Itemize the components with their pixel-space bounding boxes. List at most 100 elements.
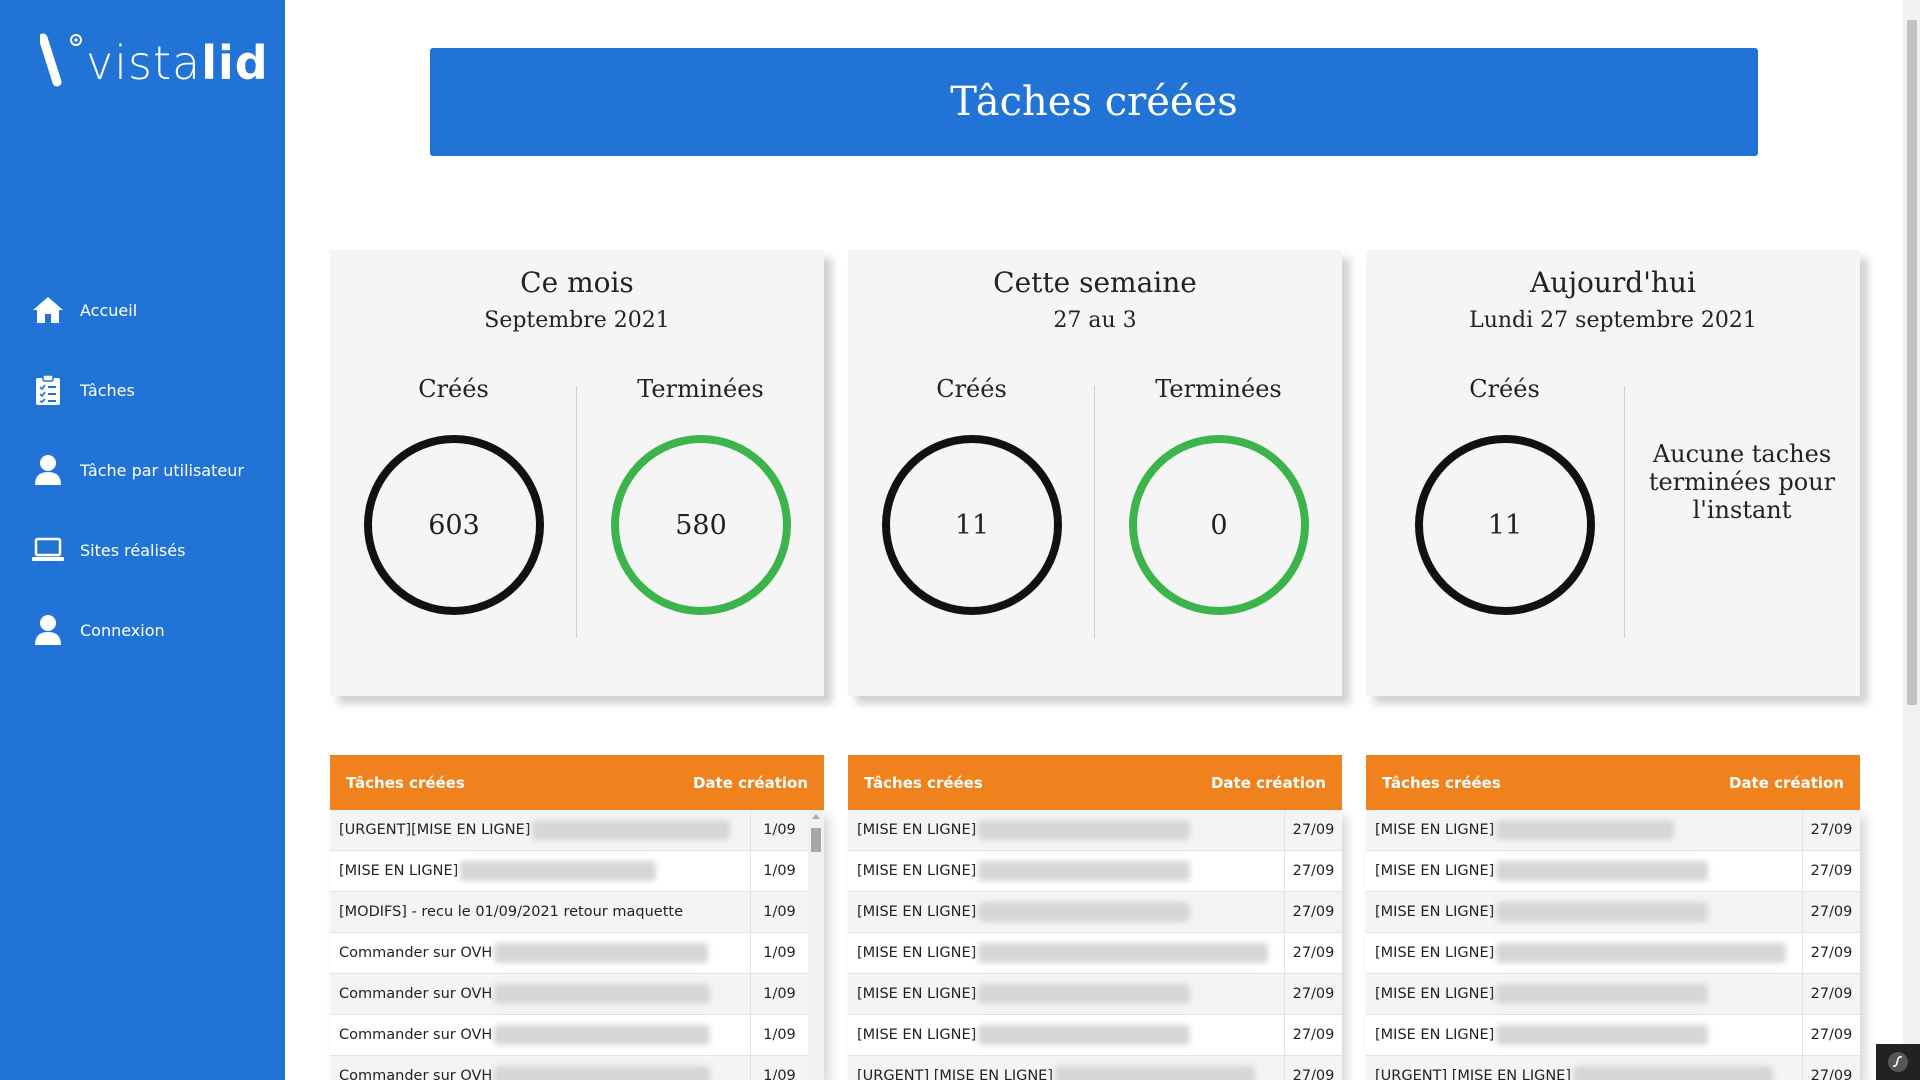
task-date: 1/09 <box>763 904 796 920</box>
task-date: 27/09 <box>1810 863 1853 879</box>
task-date: 1/09 <box>763 1027 796 1043</box>
task-date: 27/09 <box>1292 986 1335 1002</box>
debug-toolbar-toggle[interactable] <box>1876 1044 1920 1080</box>
brand-logo[interactable]: vistalid <box>40 30 268 100</box>
stats-card-today: Aujourd'hui Lundi 27 septembre 2021 Créé… <box>1366 250 1860 696</box>
table-row[interactable]: [MISE EN LIGNE] 27/09 <box>1366 810 1860 851</box>
nav-label: Accueil <box>80 300 138 320</box>
table-row[interactable]: [MISE EN LIGNE] 27/09 <box>848 1015 1342 1056</box>
task-name: [URGENT] [MISE EN LIGNE] <box>1366 1056 1803 1080</box>
table-row[interactable]: Commander sur OVH 1/09 <box>330 1056 808 1080</box>
table-row[interactable]: [MISE EN LIGNE] 27/09 <box>1366 933 1860 974</box>
table-row[interactable]: [MODIFS] - recu le 01/09/2021 retour maq… <box>330 892 808 933</box>
done-label: Terminées <box>637 375 764 403</box>
laptop-icon <box>32 533 64 567</box>
table-row[interactable]: Commander sur OVH 1/09 <box>330 1015 808 1056</box>
home-icon <box>32 293 64 327</box>
task-name: [URGENT][MISE EN LIGNE] <box>330 810 751 850</box>
table-row[interactable]: [MISE EN LIGNE] 27/09 <box>1366 974 1860 1015</box>
nav-item-sites-realises[interactable]: Sites réalisés <box>0 510 285 590</box>
stats-card-month: Ce mois Septembre 2021 Créés 603 Terminé… <box>330 250 824 696</box>
done-count-ring: 0 <box>1129 435 1309 615</box>
done-count-ring: 580 <box>611 435 791 615</box>
table-header: Tâches créées Date création <box>1366 755 1860 810</box>
user-icon <box>32 613 64 647</box>
table-body[interactable]: [MISE EN LIGNE] 27/09 [MISE EN LIGNE] 27/0… <box>1366 810 1860 1080</box>
task-date: 27/09 <box>1810 1027 1853 1043</box>
table-row[interactable]: [URGENT] [MISE EN LIGNE] 27/09 <box>848 1056 1342 1080</box>
table-row[interactable]: [MISE EN LIGNE] 27/09 <box>1366 851 1860 892</box>
task-name: [MISE EN LIGNE] <box>1366 974 1803 1014</box>
table-row[interactable]: [MISE EN LIGNE] 27/09 <box>1366 1015 1860 1056</box>
created-column: Créés 11 <box>848 375 1095 635</box>
task-date: 1/09 <box>763 863 796 879</box>
done-label: Terminées <box>1155 375 1282 403</box>
task-name: [MISE EN LIGNE] <box>848 810 1285 850</box>
sidebar-nav: Accueil Tâches Tâche par utilisateur Sit… <box>0 270 285 670</box>
redacted-text <box>978 943 1269 963</box>
redacted-text <box>494 943 709 963</box>
redacted-text <box>532 820 731 840</box>
page-scrollbar-thumb[interactable] <box>1907 20 1917 705</box>
nav-label: Tâche par utilisateur <box>80 460 244 480</box>
redacted-text <box>978 861 1191 881</box>
created-column: Créés 11 <box>1381 375 1628 635</box>
table-row[interactable]: [MISE EN LIGNE] 27/09 <box>848 810 1342 851</box>
redacted-text <box>1496 1025 1709 1045</box>
card-title: Cette semaine <box>993 266 1197 299</box>
table-row[interactable]: Commander sur OVH 1/09 <box>330 933 808 974</box>
done-column: Aucune taches terminées pour l'instant <box>1624 375 1860 635</box>
table-row[interactable]: [MISE EN LIGNE] 27/09 <box>1366 892 1860 933</box>
page-title: Tâches créées <box>950 79 1238 125</box>
redacted-text <box>460 861 657 881</box>
table-header: Tâches créées Date création <box>330 755 824 810</box>
task-name: [MISE EN LIGNE] <box>848 974 1285 1014</box>
redacted-text <box>978 1025 1191 1045</box>
redacted-text <box>978 984 1191 1004</box>
card-subtitle: 27 au 3 <box>1053 308 1137 333</box>
table-row[interactable]: [MISE EN LIGNE] 1/09 <box>330 851 808 892</box>
scrollbar-thumb[interactable] <box>811 828 821 852</box>
tasks-table-week: Tâches créées Date création [MISE EN LIG… <box>848 755 1342 1080</box>
scroll-up-icon[interactable] <box>812 814 820 819</box>
tasks-table-month: Tâches créées Date création [URGENT][MIS… <box>330 755 824 1080</box>
task-name: [MISE EN LIGNE] <box>848 1015 1285 1055</box>
table-row[interactable]: [MISE EN LIGNE] 27/09 <box>848 933 1342 974</box>
task-name: [MISE EN LIGNE] <box>1366 1015 1803 1055</box>
table-row[interactable]: [URGENT][MISE EN LIGNE] 1/09 <box>330 810 808 851</box>
task-name: Commander sur OVH <box>330 933 751 973</box>
redacted-text <box>494 984 711 1004</box>
table-row[interactable]: [MISE EN LIGNE] 27/09 <box>848 974 1342 1015</box>
task-name: Commander sur OVH <box>330 1056 751 1080</box>
nav-item-taches[interactable]: Tâches <box>0 350 285 430</box>
column-header-task: Tâches créées <box>1382 773 1501 792</box>
table-body[interactable]: [MISE EN LIGNE] 27/09 [MISE EN LIGNE] 27/0… <box>848 810 1342 1080</box>
task-date: 27/09 <box>1810 1068 1853 1080</box>
nav-item-connexion[interactable]: Connexion <box>0 590 285 670</box>
no-done-message: Aucune taches terminées pour l'instant <box>1648 440 1836 524</box>
table-body[interactable]: [URGENT][MISE EN LIGNE] 1/09 [MISE EN LIG… <box>330 810 824 1080</box>
task-name: [MISE EN LIGNE] <box>1366 933 1803 973</box>
column-header-task: Tâches créées <box>864 773 983 792</box>
created-label: Créés <box>418 375 489 403</box>
nav-label: Sites réalisés <box>80 540 186 560</box>
task-name: [MISE EN LIGNE] <box>1366 892 1803 932</box>
table-row[interactable]: [MISE EN LIGNE] 27/09 <box>848 892 1342 933</box>
nav-item-tache-par-utilisateur[interactable]: Tâche par utilisateur <box>0 430 285 510</box>
table-row[interactable]: Commander sur OVH 1/09 <box>330 974 808 1015</box>
sidebar: vistalid Accueil Tâches Tâche par utilis… <box>0 0 285 1080</box>
table-scrollbar[interactable] <box>808 810 824 1080</box>
task-date: 1/09 <box>763 986 796 1002</box>
table-row[interactable]: [URGENT] [MISE EN LIGNE] 27/09 <box>1366 1056 1860 1080</box>
task-name: [MISE EN LIGNE] <box>848 851 1285 891</box>
created-label: Créés <box>936 375 1007 403</box>
nav-label: Connexion <box>80 620 165 640</box>
nav-item-accueil[interactable]: Accueil <box>0 270 285 350</box>
nav-label: Tâches <box>80 380 135 400</box>
task-name: Commander sur OVH <box>330 1015 751 1055</box>
table-row[interactable]: [MISE EN LIGNE] 27/09 <box>848 851 1342 892</box>
redacted-text <box>494 1025 711 1045</box>
page-scrollbar[interactable] <box>1903 0 1920 1080</box>
task-name: [MISE EN LIGNE] <box>1366 810 1803 850</box>
task-date: 1/09 <box>763 945 796 961</box>
